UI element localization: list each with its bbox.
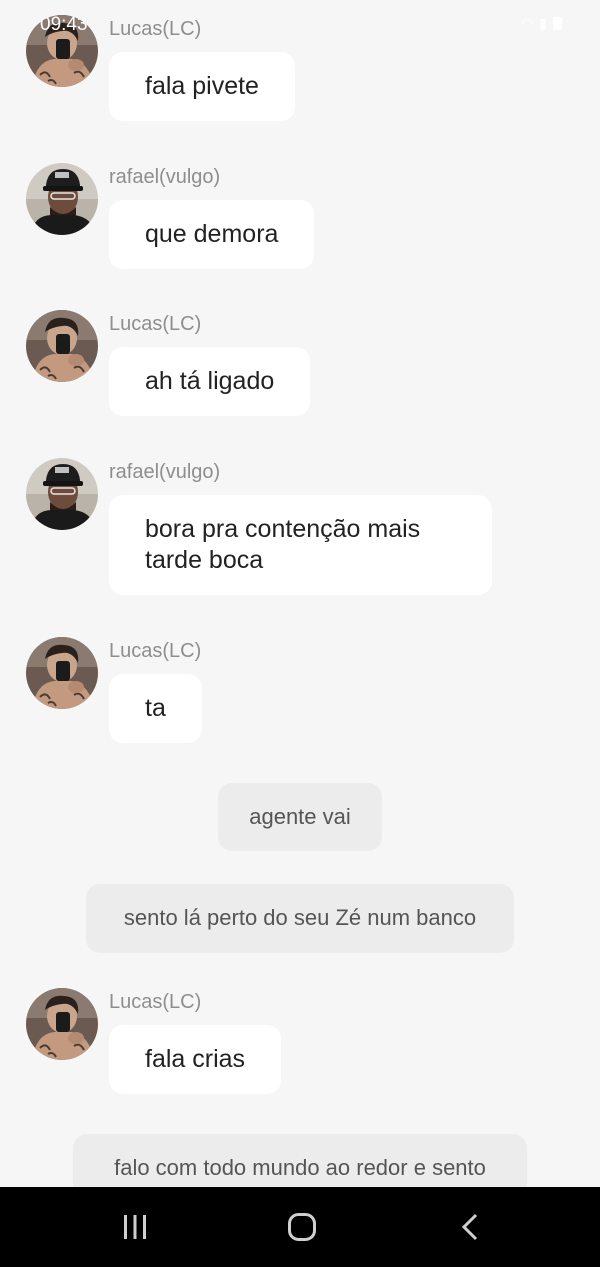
battery-icon [553,17,562,30]
message-bubble[interactable]: fala crias [109,1025,282,1094]
sender-name: Lucas(LC) [109,991,202,1013]
back-icon[interactable] [450,1207,490,1247]
sender-name: Lucas(LC) [109,18,202,40]
recent-apps-icon[interactable] [115,1207,155,1247]
lucas-avatar[interactable] [26,310,98,382]
rafael-avatar[interactable] [26,458,98,530]
narration-bubble[interactable]: falo com todo mundo ao redor e sento [73,1134,527,1187]
sender-name: rafael(vulgo) [109,166,221,188]
rafael-avatar[interactable] [26,163,98,235]
sender-name: Lucas(LC) [109,640,202,662]
wifi-icon: ◠ [521,15,534,31]
chat-area[interactable]: 09:43 ◠ ▮ Lucas(LC) fala pivete rafael(v… [0,0,600,1187]
status-icons: ◠ ▮ [521,15,562,32]
message-bubble[interactable]: que demora [109,200,315,269]
sender-name: Lucas(LC) [109,313,202,335]
message-bubble[interactable]: fala pivete [109,52,295,121]
status-time: 09:43 [40,14,88,35]
message-bubble[interactable]: ah tá ligado [109,347,311,416]
sender-name: rafael(vulgo) [109,461,221,483]
message-bubble[interactable]: bora pra contenção mais tarde boca [109,495,492,595]
lucas-avatar[interactable] [26,637,98,709]
navigation-bar [0,1187,600,1267]
home-icon[interactable] [282,1207,322,1247]
narration-bubble[interactable]: sento lá perto do seu Zé num banco [86,884,514,953]
message-bubble[interactable]: ta [109,674,202,743]
narration-bubble[interactable]: agente vai [218,783,382,851]
signal-icon: ▮ [539,15,547,31]
lucas-avatar[interactable] [26,988,98,1060]
